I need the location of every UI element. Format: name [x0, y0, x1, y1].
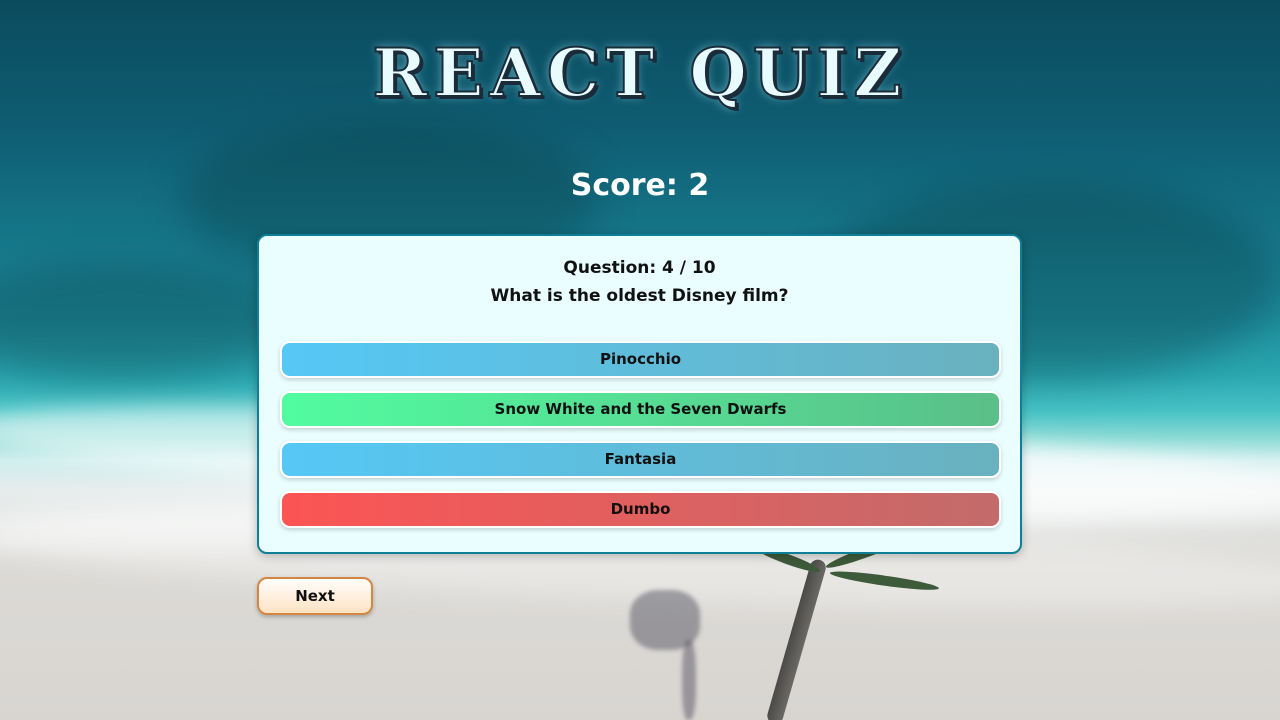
app-title: REACT QUIZ	[371, 33, 908, 113]
question-number: Question: 4 / 10	[563, 258, 716, 278]
background-reef	[0, 260, 300, 380]
answer-option[interactable]: Snow White and the Seven Dwarfs	[280, 391, 1001, 428]
question-text: What is the oldest Disney film?	[490, 286, 789, 306]
palm-leaf	[829, 568, 940, 594]
palm-trunk	[765, 557, 828, 720]
answer-option[interactable]: Dumbo	[280, 491, 1001, 528]
question-card: Question: 4 / 10 What is the oldest Disn…	[257, 234, 1022, 554]
next-button[interactable]: Next	[257, 577, 373, 615]
palm-shadow	[682, 640, 696, 720]
answer-option[interactable]: Fantasia	[280, 441, 1001, 478]
answer-option[interactable]: Pinocchio	[280, 341, 1001, 378]
quiz-page: REACT QUIZ Score: 2 Question: 4 / 10 Wha…	[0, 0, 1280, 720]
score-label: Score: 2	[570, 168, 710, 203]
